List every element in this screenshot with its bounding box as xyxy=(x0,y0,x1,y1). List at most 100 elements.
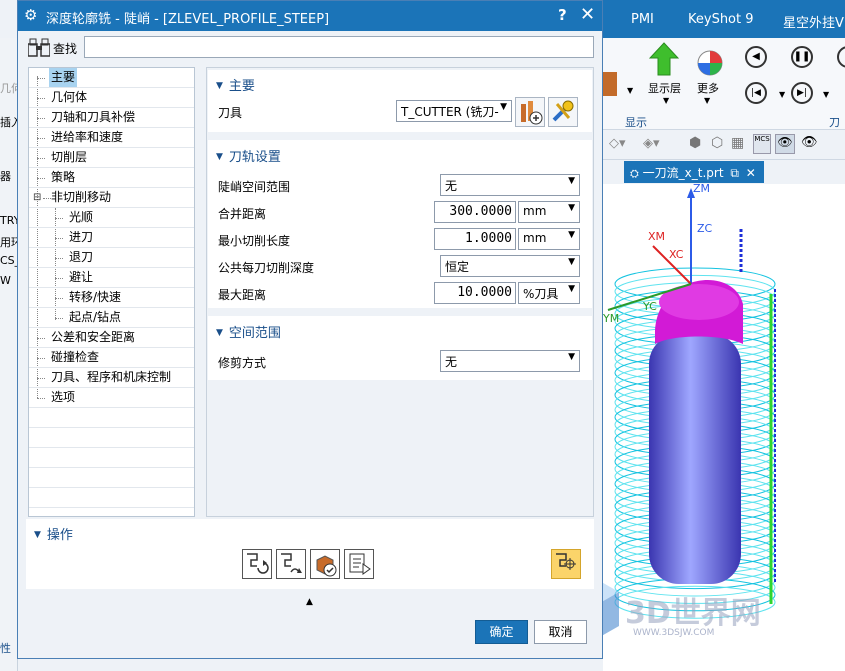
tab-pmi[interactable]: PMI xyxy=(631,12,654,27)
tab-plugin[interactable]: 星空外挂V xyxy=(783,12,844,31)
collapse-triangle-icon: ▼ xyxy=(216,328,223,338)
edit-tool-button[interactable] xyxy=(515,97,545,127)
collapse-icon[interactable]: ⊟ xyxy=(33,193,42,203)
min-cut-length-unit[interactable]: mm ▼ xyxy=(518,228,580,250)
tree-item-start-points[interactable]: 起点/钻点 xyxy=(29,308,194,328)
tree-item-cut-levels[interactable]: 切削层 xyxy=(29,148,194,168)
display-layer-label[interactable]: 显示层 xyxy=(648,80,681,96)
ribbon-group-right: 刀 xyxy=(829,116,840,129)
max-distance-label: 最大距离 xyxy=(218,288,267,302)
close-button[interactable]: ✕ xyxy=(580,4,595,25)
tree-item-tool-axis[interactable]: 刀轴和刀具补偿 xyxy=(29,108,194,128)
section-path-header[interactable]: ▼ 刀轨设置 xyxy=(216,146,281,165)
strip-text: 器 xyxy=(0,170,11,183)
help-button[interactable]: ? xyxy=(558,6,567,24)
ribbon: ▼ 显示层 ▼ 更多 ▼ 显示 ◀ ❚❚ |◀ ▶| ▼ ▼ 刀 xyxy=(603,38,845,130)
cube-icon[interactable]: ⬡ xyxy=(711,135,723,151)
tree-item-avoidance[interactable]: 避让 xyxy=(29,268,194,288)
last-icon[interactable]: ▶| xyxy=(791,82,813,104)
min-cut-length-input[interactable]: 1.0000 xyxy=(434,228,516,250)
search-row: 查找 xyxy=(26,35,596,61)
confirm-path-button[interactable] xyxy=(551,549,581,579)
axis-zc-label: ZC xyxy=(697,222,713,235)
section-main: ▼ 主要 刀具 T_CUTTER (铣刀- ▼ xyxy=(208,70,592,132)
green-arrow-up-icon[interactable] xyxy=(649,42,679,76)
tree-item-smooth[interactable]: 光顺 xyxy=(29,208,194,228)
dialog-titlebar[interactable]: ⚙ 深度轮廓铣 - 陡峭 - [ZLEVEL_PROFILE_STEEP] ? … xyxy=(18,1,602,31)
tree-item-machine-control[interactable]: 刀具、程序和机床控制 xyxy=(29,368,194,388)
tree-item-engage[interactable]: 进刀 xyxy=(29,228,194,248)
dropdown-arrow-icon[interactable]: ▼ xyxy=(779,90,785,99)
pause-icon[interactable]: ❚❚ xyxy=(791,46,813,68)
eye-hide-icon[interactable]: 👁 xyxy=(801,135,818,150)
tree-item-collision[interactable]: 碰撞检查 xyxy=(29,348,194,368)
confirm-path-icon xyxy=(556,553,576,570)
tree-item-transfer[interactable]: 转移/快速 xyxy=(29,288,194,308)
tree-item-options[interactable]: 选项 xyxy=(29,388,194,408)
eye-icon[interactable]: 👁 xyxy=(775,134,795,154)
verify-button[interactable] xyxy=(310,549,340,579)
operations-header[interactable]: ▼ 操作 xyxy=(34,524,73,543)
tree-item-tolerance[interactable]: 公差和安全距离 xyxy=(29,328,194,348)
cancel-button[interactable]: 取消 xyxy=(534,620,587,644)
cube-icon[interactable]: ⬢ xyxy=(689,135,701,151)
tree-item-main[interactable]: 主要 xyxy=(29,68,194,88)
max-distance-unit[interactable]: %刀具 ▼ xyxy=(518,282,580,304)
generate-button[interactable] xyxy=(242,549,272,579)
mcs-icon[interactable]: MCS xyxy=(753,134,771,154)
min-cut-length-label: 最小切削长度 xyxy=(218,234,291,248)
gear-icon: ⚙ xyxy=(24,6,38,24)
layers-icon[interactable]: ▦ xyxy=(731,135,744,151)
close-icon[interactable]: ✕ xyxy=(746,166,756,180)
filter-icon[interactable]: ◇▾ xyxy=(609,136,626,151)
merge-distance-unit[interactable]: mm ▼ xyxy=(518,201,580,223)
partial-tool-icon[interactable] xyxy=(603,72,617,96)
more-label[interactable]: 更多 xyxy=(697,80,719,96)
ok-button[interactable]: 确定 xyxy=(475,620,528,644)
list-icon xyxy=(349,553,371,575)
depth-per-cut-label: 公共每刀切削深度 xyxy=(218,261,315,275)
left-panel-strip: 几何 插入 器 TRY 用环 CS_ W 性 xyxy=(0,38,22,671)
merge-distance-input[interactable]: 300.0000 xyxy=(434,201,516,223)
partial-circle-icon[interactable] xyxy=(837,46,845,68)
collapse-triangle-icon: ▼ xyxy=(216,81,223,91)
document-tab-icon[interactable]: ⧉ xyxy=(730,166,739,180)
snap-icon[interactable]: ◈▾ xyxy=(643,136,660,151)
replay-button[interactable] xyxy=(276,549,306,579)
search-input[interactable] xyxy=(84,36,594,58)
tree-item-non-cutting[interactable]: ⊟ 非切削移动 xyxy=(29,188,194,208)
tab-keyshot[interactable]: KeyShot 9 xyxy=(688,12,754,27)
dropdown-arrow-icon[interactable]: ▼ xyxy=(823,90,829,99)
trim-method-select[interactable]: 无 ▼ xyxy=(440,350,580,372)
section-space-header[interactable]: ▼ 空间范围 xyxy=(216,322,281,341)
document-tab[interactable]: ⛭ 一刀流_x_t.prt ⧉ ✕ xyxy=(624,161,764,183)
view-toolbar: ◇▾ ◈▾ ⬢ ⬡ ▦ MCS 👁 👁 xyxy=(603,130,845,160)
dropdown-arrow-icon: ▼ xyxy=(568,257,575,267)
collapse-triangle-icon: ▼ xyxy=(34,530,41,540)
section-main-header[interactable]: ▼ 主要 xyxy=(216,75,255,94)
depth-per-cut-select[interactable]: 恒定 ▼ xyxy=(440,255,580,277)
tree-item-feeds[interactable]: 进给率和速度 xyxy=(29,128,194,148)
part-file-icon: ⛭ xyxy=(630,167,639,180)
operations-section: ▼ 操作 xyxy=(26,519,594,589)
tree-item-retract[interactable]: 退刀 xyxy=(29,248,194,268)
dropdown-arrow-icon: ▼ xyxy=(568,284,575,294)
dropdown-arrow-icon[interactable]: ▼ xyxy=(663,96,669,105)
graphics-viewport[interactable]: ZM ZC XM XC YC YM 3D世界网 WWW.3DSJW.COM xyxy=(603,184,845,671)
list-button[interactable] xyxy=(344,549,374,579)
tool-select[interactable]: T_CUTTER (铣刀- ▼ xyxy=(396,100,512,122)
ribbon-group-display: 显示 xyxy=(625,116,647,129)
color-wheel-icon[interactable] xyxy=(695,48,725,78)
first-icon[interactable]: |◀ xyxy=(745,82,767,104)
steep-range-select[interactable]: 无 ▼ xyxy=(440,174,580,196)
max-distance-input[interactable]: 10.0000 xyxy=(434,282,516,304)
tree-item-strategy[interactable]: 策略 xyxy=(29,168,194,188)
previous-icon[interactable]: ◀ xyxy=(745,46,767,68)
trim-method-label: 修剪方式 xyxy=(218,356,267,370)
tool-display-button[interactable] xyxy=(548,97,578,127)
dropdown-arrow-icon[interactable]: ▼ xyxy=(627,86,633,95)
tree-item-geometry[interactable]: 几何体 xyxy=(29,88,194,108)
dropdown-arrow-icon[interactable]: ▼ xyxy=(704,96,710,105)
collapse-up-icon[interactable]: ▲ xyxy=(306,597,313,607)
strip-text: W xyxy=(0,274,11,287)
